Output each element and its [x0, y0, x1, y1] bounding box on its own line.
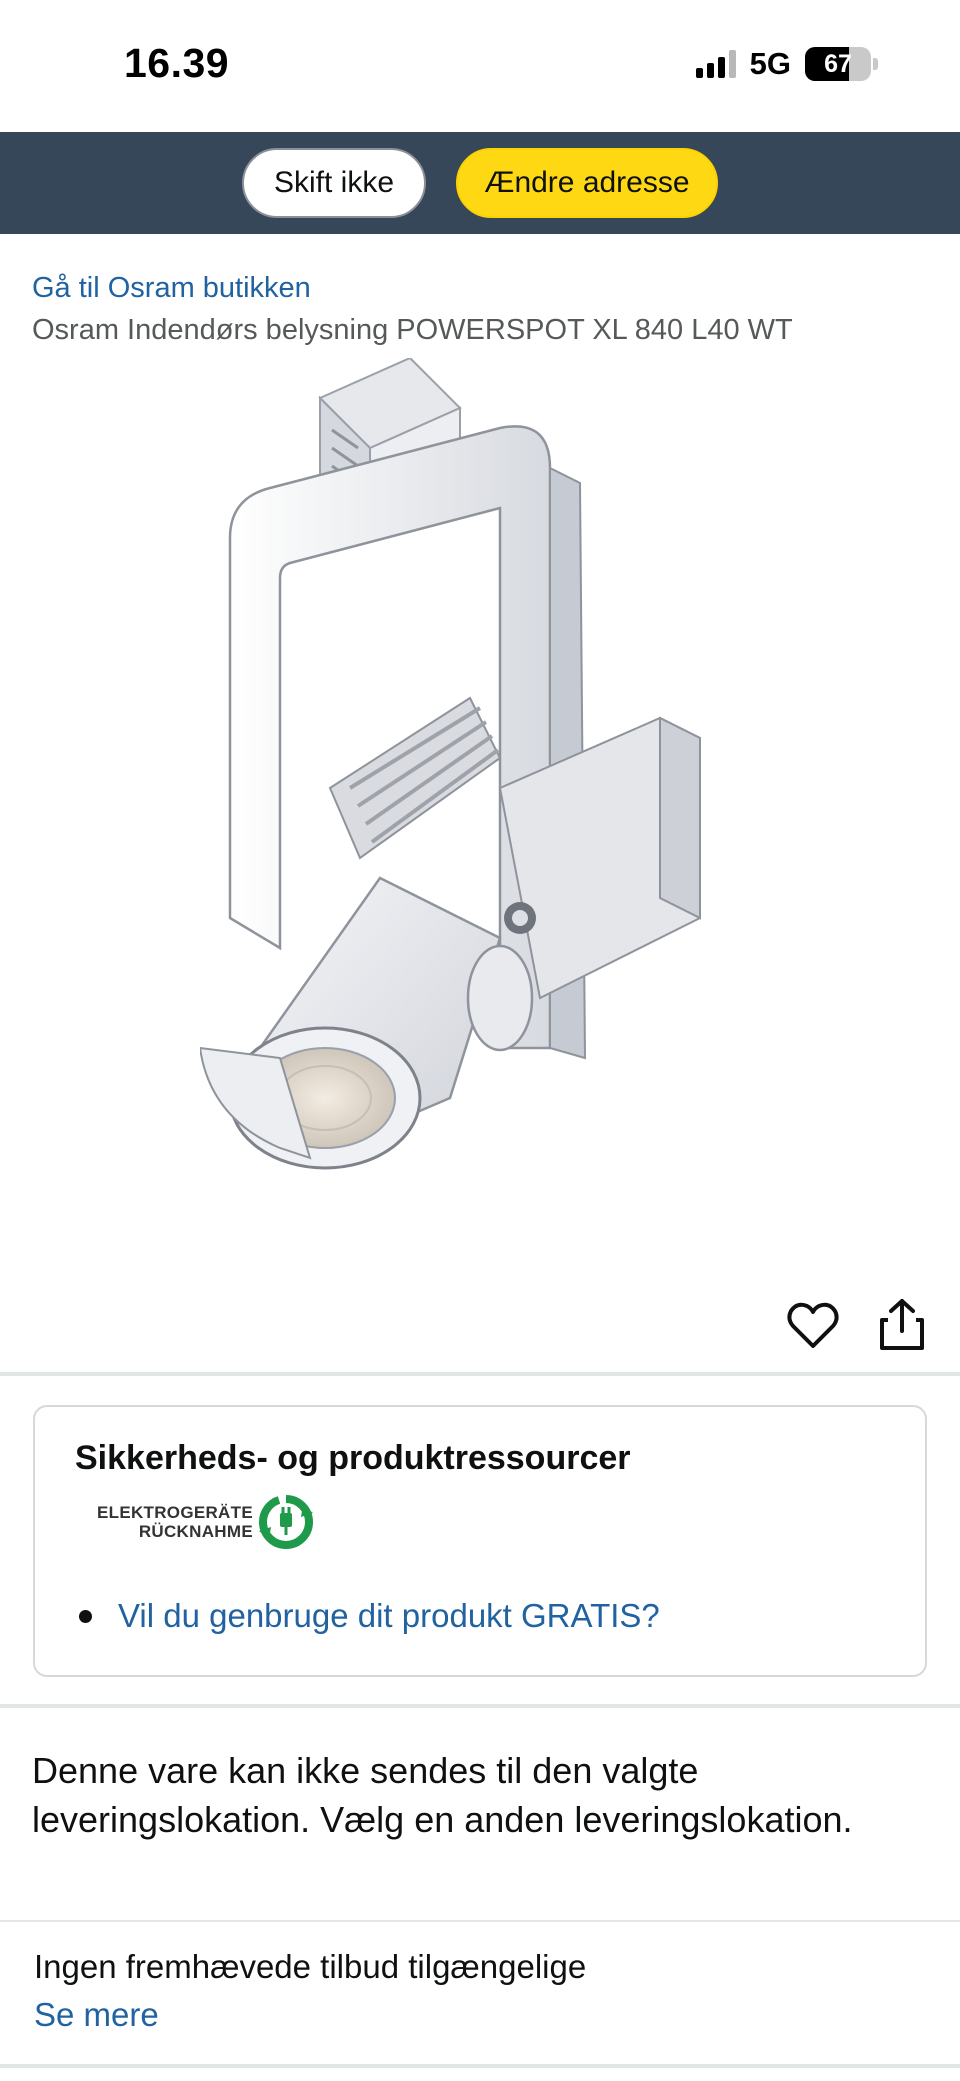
recycle-list-item: Vil du genbruge dit produkt GRATIS?: [79, 1597, 660, 1635]
product-title: Osram Indendørs belysning POWERSPOT XL 8…: [32, 314, 793, 346]
section-divider: [0, 1704, 960, 1708]
cellular-signal-icon: [695, 50, 736, 78]
delivery-unavailable-message: Denne vare kan ikke sendes til den valgt…: [32, 1750, 853, 1840]
store-link[interactable]: Gå til Osram butikken: [32, 272, 311, 305]
no-offers-text: Ingen fremhævede tilbud tilgængelige: [34, 1948, 587, 1985]
address-bar: Skift ikke Ændre adresse: [0, 132, 960, 234]
dont-change-button[interactable]: Skift ikke: [242, 148, 426, 218]
see-more-link[interactable]: Se mere: [34, 1996, 159, 2034]
heart-icon[interactable]: [787, 1300, 839, 1350]
battery-icon: 67: [805, 47, 871, 81]
network-type: 5G: [749, 46, 791, 81]
safety-resources-card: Sikkerheds- og produktressourcer ELEKTRO…: [33, 1405, 927, 1677]
logo-line-1: ELEKTROGERÄTE: [97, 1503, 253, 1522]
battery-cap: [873, 58, 878, 70]
logo-line-2: RÜCKNAHME: [138, 1522, 253, 1541]
logo-text: ELEKTROGERÄTE RÜCKNAHME: [97, 1503, 253, 1541]
battery-level: 67: [824, 49, 852, 78]
bullet-icon: [79, 1609, 92, 1623]
share-icon[interactable]: [878, 1298, 926, 1352]
safety-resources-title: Sikkerheds- og produktressourcer: [75, 1439, 631, 1477]
product-image[interactable]: [200, 358, 760, 1238]
recycle-plug-icon: [258, 1495, 313, 1549]
status-time: 16.39: [124, 40, 230, 86]
section-divider: [0, 2064, 960, 2068]
section-divider: [0, 1372, 960, 1376]
weee-recycling-logo: ELEKTROGERÄTE RÜCKNAHME: [97, 1495, 313, 1549]
section-divider: [0, 1920, 960, 1922]
recycle-free-link[interactable]: Vil du genbruge dit produkt GRATIS?: [118, 1597, 660, 1635]
status-icons: 5G 67: [695, 46, 878, 82]
status-bar: 16.39 5G 67: [0, 0, 960, 132]
change-address-button[interactable]: Ændre adresse: [456, 148, 718, 218]
